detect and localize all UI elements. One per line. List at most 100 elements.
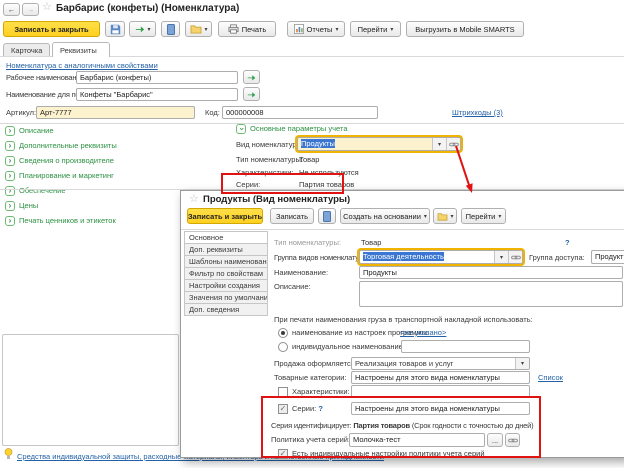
kind-dropdown-button[interactable]: ▾ xyxy=(432,138,446,150)
section-label: Дополнительные реквизиты xyxy=(19,141,117,151)
goto-button[interactable]: Перейти▾ xyxy=(350,21,401,37)
section-description[interactable]: › Описание xyxy=(5,126,54,136)
dialog-description-field[interactable] xyxy=(359,281,623,307)
section-label: Печать ценников и этикеток xyxy=(19,216,116,226)
section-prices[interactable]: › Цены xyxy=(5,201,38,211)
dialog-save-button[interactable]: Записать xyxy=(270,208,314,224)
section-supply[interactable]: › Обеспечение xyxy=(5,186,66,196)
dialog-goto-label: Перейти xyxy=(466,212,496,221)
create-based-on-button[interactable]: ▾ xyxy=(129,21,156,37)
dialog-transport-caption: При печати наименования груза в транспор… xyxy=(274,315,533,325)
dialog-sale-dropdown-button[interactable]: ▾ xyxy=(515,358,529,369)
dropdown-caret-icon: ▾ xyxy=(390,26,393,33)
code-label: Код: xyxy=(205,108,220,118)
expand-chevron-icon: › xyxy=(5,126,15,136)
dialog-series-label: Серии: ? xyxy=(292,404,323,414)
section-planning-marketing[interactable]: › Планирование и маркетинг xyxy=(5,171,114,181)
back-arrow-icon: ← xyxy=(8,5,16,14)
dialog-characteristics-field[interactable] xyxy=(351,385,530,398)
section-price-tags[interactable]: › Печать ценников и этикеток xyxy=(5,216,116,226)
dialog-group-combo-field[interactable]: Торговая деятельность ▾ xyxy=(359,250,523,264)
working-name-field[interactable]: Барбарис (конфеты) xyxy=(76,71,238,84)
section-manufacturer-info[interactable]: › Сведения о производителе xyxy=(5,156,114,166)
dialog-sale-label: Продажа оформляется: xyxy=(274,359,357,369)
tab-card-label: Карточка xyxy=(11,46,42,55)
dialog-categories-field[interactable]: Настроены для этого вида номенклатуры xyxy=(351,371,530,384)
dialog-series-field[interactable]: Настроены для этого вида номенклатуры xyxy=(351,402,530,415)
policy-select-button[interactable]: ... xyxy=(487,433,503,447)
save-button[interactable] xyxy=(105,21,125,37)
history-button[interactable]: ▾ xyxy=(185,21,212,37)
categories-list-link[interactable]: Список xyxy=(538,373,563,383)
dialog-structure-button[interactable] xyxy=(318,208,336,224)
kind-value: Продукты xyxy=(301,139,335,148)
structure-button[interactable] xyxy=(161,21,180,37)
radio-individual-name[interactable] xyxy=(278,342,288,352)
dialog-save-close-button[interactable]: Записать и закрыть xyxy=(187,208,263,224)
params-group-header[interactable]: › Основные параметры учета xyxy=(236,124,348,134)
section-label: Планирование и маркетинг xyxy=(19,171,114,181)
nav-back-button[interactable]: ← xyxy=(3,3,20,16)
barcodes-link[interactable]: Штрихкоды (3) xyxy=(452,108,503,118)
dialog-tab-additional-info[interactable]: Доп. сведения xyxy=(184,303,268,316)
section-label: Обеспечение xyxy=(19,186,66,196)
dialog-group-dropdown-button[interactable]: ▾ xyxy=(494,251,508,263)
code-field[interactable]: 000000008 xyxy=(222,106,378,119)
params-group-label: Основные параметры учета xyxy=(250,124,348,134)
help-icon[interactable]: ? xyxy=(318,404,323,413)
dialog-create-based-on-button[interactable]: Создать на основании▾ xyxy=(340,208,430,224)
dialog-save-close-label: Записать и закрыть xyxy=(188,212,262,221)
structure-icon xyxy=(323,211,331,222)
favorite-star-icon[interactable]: ☆ xyxy=(42,2,52,13)
link-chain-icon xyxy=(511,254,521,261)
dialog-history-button[interactable]: ▾ xyxy=(433,208,457,224)
dialog-policy-field[interactable]: Молочка-тест xyxy=(349,433,485,447)
policy-open-button[interactable] xyxy=(505,433,520,447)
export-mobile-smarts-button[interactable]: Выгрузить в Mobile SMARTS xyxy=(406,21,524,37)
series-checkbox[interactable]: ✓ xyxy=(278,404,288,414)
dialog-name-field[interactable]: Продукты xyxy=(359,266,623,279)
expand-chevron-icon: › xyxy=(5,186,15,196)
section-additional-requisites[interactable]: › Дополнительные реквизиты xyxy=(5,141,117,151)
help-icon[interactable]: ? xyxy=(565,238,570,248)
print-button[interactable]: Печать xyxy=(218,21,276,37)
dialog-nomenclature-kind: ☆ Продукты (Вид номенклатуры) Записать и… xyxy=(180,190,624,458)
reports-button[interactable]: Отчеты▾ xyxy=(287,21,345,37)
dialog-categories-label: Товарные категории: xyxy=(274,373,347,383)
not-specified-link[interactable]: <не указано> xyxy=(400,328,446,338)
individual-name-field[interactable] xyxy=(401,340,530,353)
favorite-star-icon[interactable]: ☆ xyxy=(189,194,199,205)
characteristics-checkbox[interactable] xyxy=(278,387,288,397)
print-name-field[interactable]: Конфеты "Барбарис" xyxy=(76,88,238,101)
save-close-button[interactable]: Записать и закрыть xyxy=(3,21,100,37)
dialog-goto-button[interactable]: Перейти▾ xyxy=(461,208,506,224)
dialog-group-open-button[interactable] xyxy=(508,251,522,263)
kind-open-button[interactable] xyxy=(446,138,460,150)
tab-card[interactable]: Карточка xyxy=(3,43,50,57)
tab-requisites[interactable]: Реквизиты xyxy=(52,42,110,57)
print-name-pick-button[interactable] xyxy=(243,87,260,101)
export-mobile-smarts-label: Выгрузить в Mobile SMARTS xyxy=(415,25,514,34)
working-name-pick-button[interactable] xyxy=(243,70,260,84)
individual-settings-checkbox[interactable]: ✓ xyxy=(278,449,288,459)
comment-field[interactable] xyxy=(2,334,179,446)
similar-nomenclature-link[interactable]: Номенклатура с аналогичными свойствами xyxy=(6,61,158,71)
nav-forward-button[interactable]: → xyxy=(22,3,39,16)
article-field[interactable]: Арт-7777 xyxy=(36,106,195,119)
kind-combo-field[interactable]: Продукты ▾ xyxy=(297,137,461,151)
tab-requisites-label: Реквизиты xyxy=(60,46,97,55)
article-label: Артикул: xyxy=(6,108,36,118)
dialog-create-based-on-label: Создать на основании xyxy=(343,212,421,221)
create-based-on-icon xyxy=(135,24,145,34)
radio-individual-name-label: индивидуальное наименование: xyxy=(292,342,405,352)
characteristics-value: Не используются xyxy=(299,168,359,178)
dialog-name-label: Наименование: xyxy=(274,268,328,278)
dialog-access-group-field[interactable]: Продукты xyxy=(591,250,624,264)
radio-program-name[interactable] xyxy=(278,328,288,338)
link-chain-icon xyxy=(449,141,459,148)
type-label: Тип номенклатуры: xyxy=(236,155,303,165)
dialog-sale-combo-field[interactable]: Реализация товаров и услуг ▾ xyxy=(351,357,530,370)
printer-icon xyxy=(228,24,239,34)
expand-chevron-icon: › xyxy=(5,216,15,226)
floppy-icon xyxy=(110,24,121,35)
